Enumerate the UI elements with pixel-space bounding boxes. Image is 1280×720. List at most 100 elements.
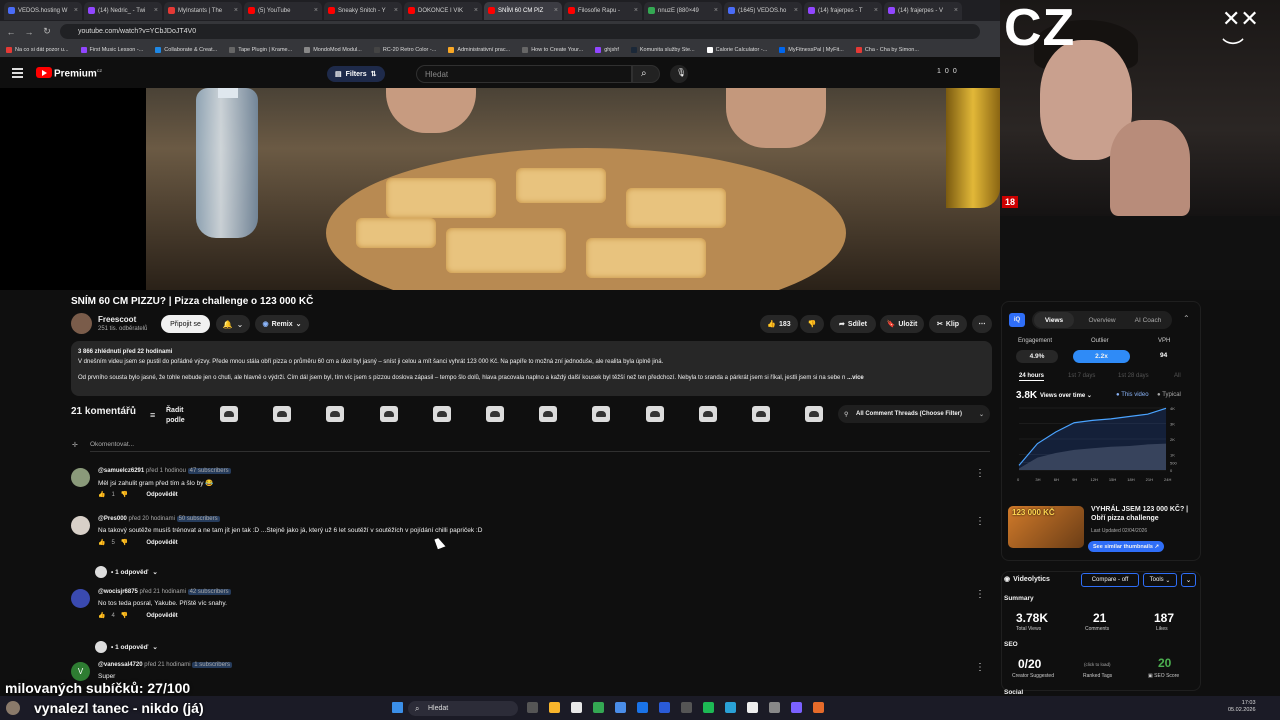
channel-avatar[interactable] xyxy=(71,313,92,334)
thumbs-down-icon[interactable]: 👎 xyxy=(121,491,128,498)
browser-tab[interactable]: Filosofie Rapu - × xyxy=(564,1,642,20)
cloud-icon[interactable] xyxy=(379,406,398,422)
taskbar-app-icon[interactable] xyxy=(593,702,604,713)
bookmark-item[interactable]: First Music Lesson -... xyxy=(80,46,143,53)
cloud-icon[interactable] xyxy=(432,406,451,422)
bookmark-item[interactable]: How to Create Your... xyxy=(522,46,583,53)
range-7d[interactable]: 1st 7 days xyxy=(1068,373,1095,379)
bookmark-item[interactable]: RC-20 Retro Color -... xyxy=(373,46,436,53)
join-button[interactable]: Připojit se xyxy=(161,315,210,333)
browser-tab[interactable]: VEDOS.hosting W × xyxy=(4,1,82,20)
browser-tab[interactable]: nnuzE (880×49 × xyxy=(644,1,722,20)
bookmark-item[interactable]: Calorie Calculator -... xyxy=(706,46,767,53)
taskbar-app-icon[interactable] xyxy=(813,702,824,713)
more-button[interactable]: ⋯ xyxy=(972,315,992,333)
comment-avatar[interactable] xyxy=(71,516,90,535)
description-box[interactable]: 3 866 zhlédnutí před 22 hodinami V dnešn… xyxy=(71,341,992,396)
cloud-icon[interactable] xyxy=(805,406,824,422)
taskbar-app-icon[interactable] xyxy=(681,702,692,713)
close-icon[interactable]: × xyxy=(794,7,798,14)
cloud-icon[interactable] xyxy=(752,406,770,422)
youtube-logo-icon[interactable] xyxy=(36,67,52,78)
mic-button[interactable]: 🎙 xyxy=(670,65,688,83)
reload-icon[interactable]: ↻ xyxy=(42,26,52,37)
reply-button[interactable]: Odpovědět xyxy=(146,613,177,619)
windows-start-icon[interactable] xyxy=(392,702,403,713)
replies-toggle[interactable]: • 1 odpověď ⌄ xyxy=(95,641,158,653)
cloud-icon[interactable] xyxy=(592,406,611,422)
cloud-icon[interactable] xyxy=(273,406,292,422)
bookmark-item[interactable]: ghjshf xyxy=(595,46,619,53)
dislike-button[interactable]: 👎 xyxy=(800,315,824,333)
tab-views[interactable]: Views xyxy=(1034,312,1074,328)
comment-menu-icon[interactable]: ⋮ xyxy=(975,516,985,527)
reply-button[interactable]: Odpovědět xyxy=(146,492,177,498)
filters-button[interactable]: ▤ Filters ⇅ xyxy=(327,66,385,82)
thumbs-down-icon[interactable]: 👎 xyxy=(121,612,128,619)
bookmark-item[interactable]: MyFitnessPal | MyFit... xyxy=(779,46,844,53)
browser-tab[interactable]: (14) frajerpes - T × xyxy=(804,1,882,20)
compare-button[interactable]: Compare - off xyxy=(1081,573,1139,587)
close-icon[interactable]: × xyxy=(554,7,558,14)
thumbs-down-icon[interactable]: 👎 xyxy=(121,539,128,546)
related-thumbnail[interactable]: 123 000 KČ xyxy=(1008,506,1084,548)
browser-tab[interactable]: (5) YouTube × xyxy=(244,1,322,20)
views-mode-dropdown[interactable]: Views over time ⌄ xyxy=(1040,392,1092,399)
cloud-icon[interactable] xyxy=(486,406,504,422)
channel-name[interactable]: Freescoot xyxy=(98,315,136,324)
remix-button[interactable]: ◉ Remix ⌄ xyxy=(255,315,309,333)
comment-avatar[interactable] xyxy=(71,468,90,487)
comment-author[interactable]: @Pres000 před 20 hodinami 50 subscribers xyxy=(98,516,220,522)
taskbar-app-icon[interactable] xyxy=(615,702,626,713)
thumbs-up-icon[interactable]: 👍 xyxy=(98,612,105,619)
reply-button[interactable]: Odpovědět xyxy=(146,540,177,546)
close-icon[interactable]: × xyxy=(954,7,958,14)
taskbar-app-icon[interactable] xyxy=(549,702,560,713)
browser-tab[interactable]: (14) Nedric_ - Twi × xyxy=(84,1,162,20)
close-icon[interactable]: × xyxy=(74,7,78,14)
thumbs-up-icon[interactable]: 👍 xyxy=(98,491,105,498)
thumbs-up-icon[interactable]: 👍 xyxy=(98,539,105,546)
range-all[interactable]: All xyxy=(1174,373,1181,379)
close-icon[interactable]: × xyxy=(634,7,638,14)
tab-overview[interactable]: Overview xyxy=(1080,312,1124,328)
back-icon[interactable]: ← xyxy=(6,27,16,37)
comment-avatar[interactable] xyxy=(71,589,90,608)
cloud-icon[interactable] xyxy=(326,406,345,422)
taskbar-app-icon[interactable] xyxy=(527,702,538,713)
browser-tab[interactable]: DOKONCE I VIK × xyxy=(404,1,482,20)
bookmark-item[interactable]: Cha - Cha by Simon... xyxy=(855,46,919,53)
browser-tab[interactable]: MyInstants | The × xyxy=(164,1,242,20)
taskbar-app-icon[interactable] xyxy=(769,702,780,713)
cloud-icon[interactable] xyxy=(220,406,238,422)
taskbar-app-icon[interactable] xyxy=(725,702,736,713)
taskbar-app-icon[interactable] xyxy=(747,702,758,713)
close-icon[interactable]: × xyxy=(714,7,718,14)
cloud-icon[interactable] xyxy=(539,406,558,422)
taskbar-app-icon[interactable] xyxy=(703,702,714,713)
comment-menu-icon[interactable]: ⋮ xyxy=(975,662,985,673)
see-similar-button[interactable]: See similar thumbnails ↗ xyxy=(1088,541,1165,552)
close-icon[interactable]: × xyxy=(314,7,318,14)
comment-menu-icon[interactable]: ⋮ xyxy=(975,589,985,600)
sort-button[interactable]: ≡ Řadit podle xyxy=(150,406,190,426)
collapse-icon[interactable]: ⌃ xyxy=(1183,314,1190,323)
comment-author[interactable]: @wocisjr6875 před 21 hodinami 42 subscri… xyxy=(98,589,231,595)
clip-button[interactable]: ✂ Klip xyxy=(929,315,967,333)
taskbar-app-icon[interactable] xyxy=(637,702,648,713)
like-button[interactable]: 👍 183 xyxy=(760,315,798,333)
load-tags-link[interactable]: (click to load) xyxy=(1084,662,1111,667)
cloud-icon[interactable] xyxy=(645,406,664,422)
taskbar-app-icon[interactable] xyxy=(791,702,802,713)
browser-tab[interactable]: SNÍM 60 CM PIZ × xyxy=(484,1,562,20)
taskbar-app-icon[interactable] xyxy=(571,702,582,713)
bookmark-item[interactable]: Collaborate & Creat... xyxy=(155,46,217,53)
taskbar-search[interactable]: ⌕ Hledat xyxy=(408,701,518,716)
cloud-icon[interactable] xyxy=(698,406,717,422)
system-clock[interactable]: 17:03 05.02.2026 xyxy=(1228,700,1256,714)
comment-thread-filter[interactable]: ⚲ All Comment Threads (Choose Filter) ⌄ xyxy=(838,405,990,423)
url-field[interactable]: youtube.com/watch?v=YCbJDoJT4V0 xyxy=(60,24,980,39)
bookmark-item[interactable]: Na co si dát pozor u... xyxy=(6,46,69,53)
menu-icon[interactable] xyxy=(12,68,23,78)
bookmark-item[interactable]: MondoMod Modul... xyxy=(304,46,362,53)
